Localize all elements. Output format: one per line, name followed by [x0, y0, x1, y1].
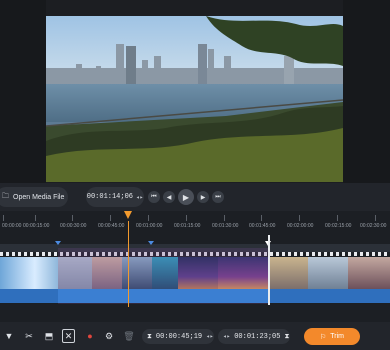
set-end-icon[interactable]: ⧗ — [284, 333, 289, 341]
ruler-tick — [3, 215, 4, 221]
export-clip-icon[interactable]: ⬒ — [42, 329, 56, 343]
ruler-label: 00:01:45:00 — [249, 223, 276, 229]
letterbox-left — [0, 0, 46, 183]
flag-icon: ⚐ — [319, 333, 327, 341]
playhead-handle-icon[interactable] — [124, 211, 132, 219]
marker-icon[interactable] — [55, 241, 61, 245]
video-frame[interactable] — [46, 16, 343, 182]
ruler-tick — [110, 215, 111, 221]
ruler-tick — [72, 215, 73, 221]
trim-end-value: 00:01:23;05 — [234, 332, 281, 341]
current-time-value: 00:01:14;06 — [86, 193, 133, 201]
ruler-label: 00:02:00:00 — [287, 223, 314, 229]
play-icon[interactable]: ▶ — [178, 189, 194, 205]
video-preview-area — [0, 0, 390, 183]
ruler-tick — [375, 215, 376, 221]
end-stepper-icon[interactable]: ◂▸ — [223, 333, 230, 340]
ruler-label: 00:02:15:00 — [325, 223, 352, 229]
edit-toolbar: ▼ ✂ ⬒ ✕ ● ⚙ 🗑 ⧗ 00:00:45;19 ◂▸ ◂▸ 00:01:… — [0, 322, 390, 350]
trim-label: Trim — [330, 333, 344, 340]
skip-to-end-icon[interactable]: ⏭ — [212, 191, 224, 203]
delete-icon[interactable]: 🗑 — [122, 329, 136, 343]
ruler-label: 00:02:30:00 — [360, 223, 387, 229]
letterbox-right — [343, 0, 390, 183]
folder-icon: 🗀 — [2, 192, 9, 200]
ruler-tick — [186, 215, 187, 221]
ruler-tick — [148, 215, 149, 221]
thumbnail-frame — [268, 257, 308, 290]
ruler-label: 00:00:30:00 — [60, 223, 87, 229]
current-time-display[interactable]: 00:01:14;06 ◂▸ — [86, 187, 144, 207]
trim-button[interactable]: ⚐ Trim — [304, 328, 360, 345]
skip-to-start-icon[interactable]: ⏮ — [148, 191, 160, 203]
video-trimmer-app: 🗀 Open Media File 00:01:14;06 ◂▸ ⏮ ◀ ▶ ▶… — [0, 0, 390, 350]
start-stepper-icon[interactable]: ◂▸ — [206, 333, 213, 340]
thumbnail-frame — [0, 257, 58, 290]
city-skyline-image — [46, 16, 343, 182]
ruler-label: 00:01:00:00 — [136, 223, 163, 229]
trim-end-time[interactable]: ◂▸ 00:01:23;05 ⧗ — [218, 329, 290, 344]
open-media-label: Open Media File — [13, 193, 65, 201]
ruler-tick — [224, 215, 225, 221]
audio-selection — [58, 289, 270, 303]
set-start-icon[interactable]: ⧗ — [147, 333, 152, 341]
player-controls: 🗀 Open Media File 00:01:14;06 ◂▸ ⏮ ◀ ▶ ▶… — [0, 183, 390, 211]
ruler-tick — [35, 215, 36, 221]
ruler-label: 00:00:45:00 — [98, 223, 125, 229]
open-media-button[interactable]: 🗀 Open Media File — [0, 187, 68, 207]
filter-icon[interactable]: ▼ — [2, 329, 16, 343]
ruler-label: 00:01:15:00 — [174, 223, 201, 229]
thumbnail-frame — [308, 257, 348, 290]
time-stepper-icon[interactable]: ◂▸ — [136, 194, 143, 201]
marker-icon[interactable] — [148, 241, 154, 245]
thumbnail-frame — [348, 257, 390, 290]
ruler-label: 00:00:15:00 — [23, 223, 50, 229]
ruler-label: 00:00:00 — [2, 223, 22, 229]
cut-icon[interactable]: ✂ — [22, 329, 36, 343]
timeline[interactable]: 00:00:00 00:00:15:00 00:00:30:00 00:00:4… — [0, 211, 390, 322]
time-ruler[interactable]: 00:00:00 00:00:15:00 00:00:30:00 00:00:4… — [0, 211, 390, 233]
mark-in-out-icon[interactable]: ✕ — [62, 329, 75, 343]
playhead[interactable] — [128, 221, 129, 307]
trim-start-time[interactable]: ⧗ 00:00:45;19 ◂▸ — [142, 329, 214, 344]
ruler-tick — [299, 215, 300, 221]
trim-start-value: 00:00:45;19 — [155, 332, 203, 341]
transport-controls: ⏮ ◀ ▶ ▶ ⏭ — [148, 188, 224, 206]
selection-end-handle[interactable] — [268, 235, 270, 305]
ruler-tick — [337, 215, 338, 221]
settings-gear-icon[interactable]: ⚙ — [102, 329, 116, 343]
previous-frame-icon[interactable]: ◀ — [163, 191, 175, 203]
record-icon[interactable]: ● — [83, 329, 97, 343]
ruler-label: 00:01:30:00 — [212, 223, 239, 229]
ruler-tick — [261, 215, 262, 221]
next-frame-icon[interactable]: ▶ — [197, 191, 209, 203]
